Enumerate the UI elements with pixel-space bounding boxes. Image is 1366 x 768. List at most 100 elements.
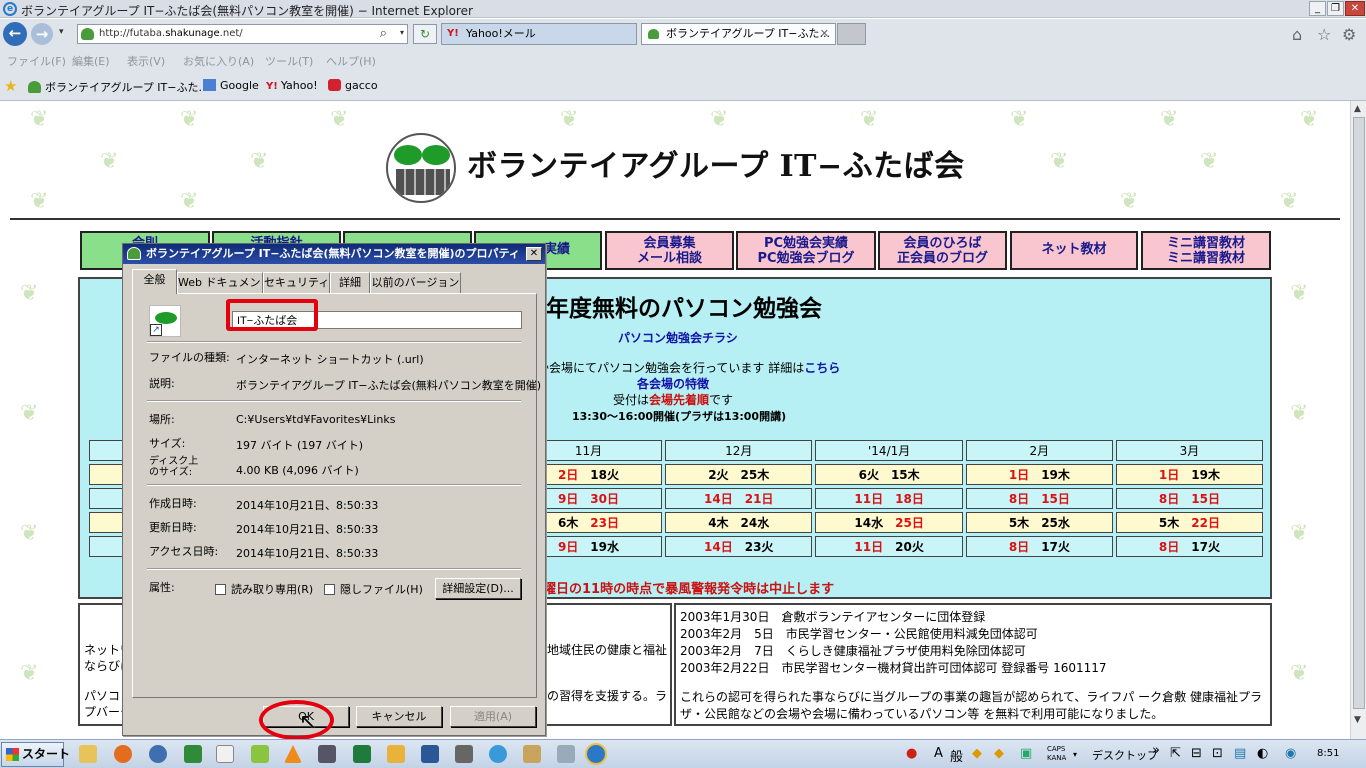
prop-label: ファイルの種類: [149,351,230,364]
excel-icon[interactable] [353,745,371,763]
start-button[interactable]: スタート [1,742,70,767]
vertical-scrollbar[interactable]: ▲ ▼ [1350,101,1366,739]
tray-icon[interactable]: ⊡ [1212,746,1223,761]
back-button[interactable]: ← [3,22,27,46]
favorite-yahoo[interactable]: Y! Yahoo! [266,79,318,92]
date-value: 9日 [557,540,579,554]
notepad-icon[interactable] [216,745,234,763]
app-icon[interactable] [251,745,269,763]
tab-yahoo-mail[interactable]: Y! Yahoo!メール [441,23,637,45]
history-line: 2003年2月 7日 くらしき健康福祉プラザ使用料免除団体認可 [680,644,1026,658]
toolbar-chevron[interactable]: » [1152,743,1160,758]
prop-value: 4.00 KB (4,096 バイト) [236,464,359,477]
word-icon[interactable] [421,745,439,763]
vlc-icon[interactable] [284,745,302,763]
restore-button[interactable]: ❐ [1327,1,1344,16]
futaba-logo [386,133,456,203]
tab-web-document[interactable]: Web ドキュメント [177,272,271,293]
menu-help[interactable]: ヘルプ(H) [326,53,376,69]
favorite-google[interactable]: Google [203,79,259,92]
favorite-futaba[interactable]: ボランテイアグループ IT−ふた... [28,79,209,95]
date-cell: 14日 21日 [665,488,813,509]
history-dropdown-icon[interactable]: ▾ [59,27,64,37]
search-icon[interactable]: ⌕ [380,26,387,41]
network-icon[interactable]: ◉ [1285,746,1296,761]
menu-recruit[interactable]: 会員募集 メール相談 [605,231,734,270]
refresh-button[interactable]: ↻ [413,24,437,44]
ime-a[interactable]: A [934,746,943,761]
date-value: 19木 [1041,468,1070,482]
tray-dropdown-icon[interactable]: ▾ [1073,750,1077,759]
menu-net-material[interactable]: ネット教材 [1010,231,1138,270]
menu-pc-study[interactable]: PC勉強会実績 PC勉強会ブログ [736,231,876,270]
menu-tools[interactable]: ツール(T) [265,53,313,69]
scroll-thumb[interactable] [1353,117,1365,709]
date-value: 15日 [1041,492,1070,506]
details-link[interactable]: こちら [804,361,840,375]
menu-file[interactable]: ファイル(F) [7,53,66,69]
address-dropdown-icon[interactable]: ▾ [400,28,404,37]
explorer-icon[interactable] [79,745,97,763]
ime-mode[interactable]: 般 [950,746,963,765]
address-bar[interactable]: http://futaba.shakunage.net/ ⌕ ▾ [77,24,408,44]
tab-label: Yahoo!メール [466,27,536,40]
favorite-gacco[interactable]: gacco [328,79,378,92]
tray-icon[interactable]: ● [906,746,917,761]
readonly-checkbox[interactable]: 読み取り専用(R) [215,581,313,597]
history-line: 2003年2月 5日 市民学習センター・公民館使用料減免団体認可 [680,627,1038,641]
app-icon[interactable] [455,745,473,763]
menu-view[interactable]: 表示(V) [127,53,165,69]
tray-icon[interactable]: ◆ [972,746,982,761]
firefox-icon[interactable] [114,745,132,763]
new-tab-button[interactable] [837,23,866,45]
hidden-checkbox[interactable]: 隠しファイル(H) [324,581,423,597]
menu-mini-course[interactable]: ミニ講習教材 ミニ講習教材 [1141,231,1271,270]
tab-close-icon[interactable]: ✕ [820,24,829,44]
add-favorite-star-icon[interactable]: ★ [4,77,17,95]
flyer-link[interactable]: パソコン勉強会チラシ [618,329,738,346]
tab-futaba[interactable]: ボランテイアグループ IT−ふた... ✕ [641,23,836,45]
cancel-button[interactable]: キャンセル [356,706,442,727]
tray-icon[interactable]: ◆ [994,746,1004,761]
app-icon[interactable] [523,745,541,763]
scroll-down-icon[interactable]: ▼ [1354,715,1361,725]
dialog-title-bar: ボランテイアグループ IT−ふたば会(無料パソコン教室を開催)のプロパティ [123,244,545,264]
properties-dialog: ボランテイアグループ IT−ふたば会(無料パソコン教室を開催)のプロパティ ✕ … [122,243,546,736]
internet-explorer-icon[interactable] [585,743,607,765]
tray-icon[interactable]: ▤ [1234,746,1246,761]
volume-icon[interactable]: ◐ [1257,746,1268,761]
forward-button[interactable]: → [31,23,53,45]
tray-icon[interactable]: ⇱ [1170,746,1181,761]
dialog-close-button[interactable]: ✕ [526,247,542,261]
tab-previous-versions[interactable]: 以前のバージョン [370,272,461,293]
advanced-button[interactable]: 詳細設定(D)... [435,578,521,599]
app-icon[interactable] [184,745,202,763]
menu-edit[interactable]: 編集(E) [72,53,110,69]
app-icon[interactable] [489,745,507,763]
app-icon[interactable] [318,745,336,763]
venue-features-link[interactable]: 各会場の特徴 [637,375,709,392]
date-value: 25日 [895,516,924,530]
tools-gear-icon[interactable]: ⚙ [1342,25,1356,44]
home-icon[interactable]: ⌂ [1292,25,1302,44]
tab-security[interactable]: セキュリティ [263,272,330,293]
tray-icon[interactable]: ⊟ [1191,746,1202,761]
scroll-up-icon[interactable]: ▲ [1354,104,1361,114]
windows-logo-icon [6,748,19,761]
menu-members[interactable]: 会員のひろば 正会員のブログ [878,231,1007,270]
minimize-button[interactable]: _ [1309,1,1326,16]
app-icon[interactable] [557,745,575,763]
yahoo-icon: Y! [447,28,459,39]
close-window-button[interactable]: ✕ [1345,1,1365,16]
desktop-toolbar[interactable]: デスクトップ [1092,747,1158,763]
menu-bar: ファイル(F) 編集(E) 表示(V) お気に入り(A) ツール(T) ヘルプ(… [0,49,1366,70]
menu-favorites[interactable]: お気に入り(A) [183,53,254,69]
tab-general[interactable]: 全般 [132,269,177,294]
app-icon[interactable] [149,745,167,763]
address-url[interactable]: http://futaba.shakunage.net/ [99,28,243,39]
tab-details[interactable]: 詳細 [330,272,370,293]
folder-icon[interactable] [387,745,405,763]
tray-icon[interactable]: ▣ [1020,746,1032,761]
favorites-star-icon[interactable]: ☆ [1317,25,1331,44]
apply-button[interactable]: 適用(A) [450,706,536,727]
